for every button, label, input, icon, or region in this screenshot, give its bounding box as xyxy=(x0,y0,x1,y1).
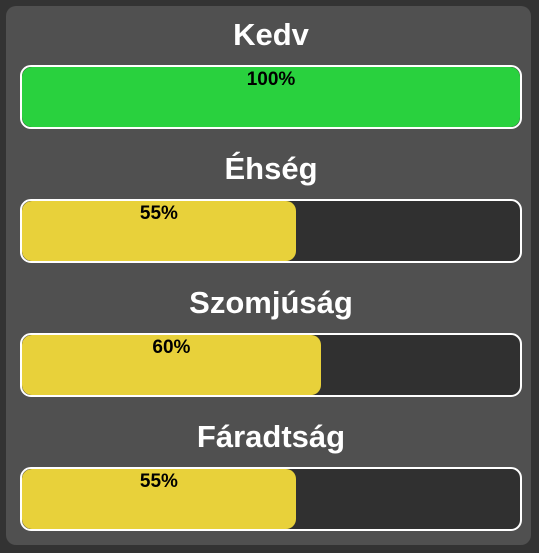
progress-label: 55% xyxy=(139,203,178,224)
stat-title: Éhség xyxy=(224,151,318,186)
progress-bar: 55% xyxy=(20,467,522,531)
progress-fill: 55% xyxy=(22,469,296,529)
progress-bar: 55% xyxy=(20,199,522,263)
progress-label: 60% xyxy=(152,337,191,358)
stat-thirst: Szomjúság 60% xyxy=(20,274,522,397)
progress-fill: 100% xyxy=(22,67,520,127)
progress-label: 55% xyxy=(139,471,178,492)
stat-fatigue: Fáradtság 55% xyxy=(20,408,522,531)
stat-title: Fáradtság xyxy=(196,419,346,454)
progress-label: 100% xyxy=(246,69,296,90)
stat-title: Szomjúság xyxy=(189,285,353,320)
progress-bar: 100% xyxy=(20,65,522,129)
progress-bar: 60% xyxy=(20,333,522,397)
progress-fill: 60% xyxy=(22,335,321,395)
stat-mood: Kedv 100% xyxy=(20,6,522,129)
status-panel: Kedv 100% Éhség 55% Szomjúság 60% Fáradt… xyxy=(6,6,531,545)
stat-hunger: Éhség 55% xyxy=(20,140,522,263)
stat-title: Kedv xyxy=(233,17,309,52)
progress-fill: 55% xyxy=(22,201,296,261)
